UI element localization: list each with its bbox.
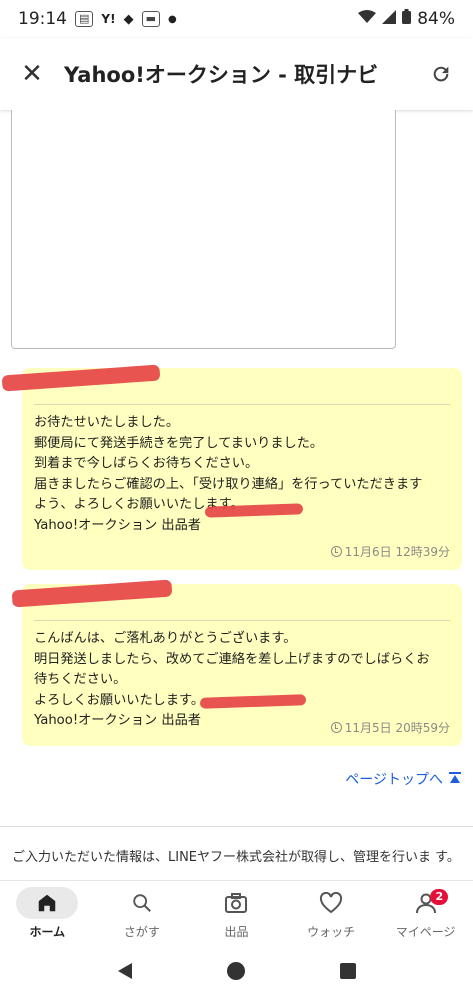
dot-icon: ● — [167, 13, 177, 25]
clock-icon — [330, 546, 342, 557]
recents-icon[interactable] — [339, 962, 357, 984]
tab-mypage[interactable]: 2 マイページ — [378, 881, 473, 946]
status-left: 19:14 ▤ Y! ◆ ▬ ● — [18, 9, 177, 29]
heart-icon — [300, 887, 362, 919]
tab-watch[interactable]: ウォッチ — [284, 881, 379, 946]
tab-label: さがす — [123, 925, 160, 939]
message-body: こんばんは、ご落札ありがとうございます。 明日発送しましたら、改めてご連絡を差し… — [34, 631, 430, 728]
person-icon — [395, 887, 457, 919]
close-icon[interactable]: ✕ — [0, 38, 64, 110]
tab-label: ウォッチ — [307, 925, 356, 939]
wifi-icon — [358, 9, 377, 29]
battery-level: 84% — [417, 9, 455, 29]
home-icon — [16, 887, 79, 919]
app-icon: ▬ — [141, 11, 160, 27]
search-icon — [111, 887, 173, 919]
reload-icon[interactable] — [409, 38, 473, 110]
message-time: 11月5日 20時59分 — [344, 721, 450, 735]
message-textarea[interactable] — [11, 110, 396, 349]
camera-icon — [205, 887, 267, 919]
tab-search[interactable]: さがす — [95, 881, 190, 946]
tab-label: ホーム — [29, 925, 66, 939]
status-time: 19:14 — [18, 9, 67, 29]
system-nav-bar — [0, 946, 473, 999]
message-timestamp: 11月5日 20時59分 — [330, 719, 450, 736]
game-icon: ◆ — [123, 11, 134, 27]
tab-sell[interactable]: 出品 — [189, 881, 284, 946]
status-bar: 19:14 ▤ Y! ◆ ▬ ● 84% — [0, 0, 473, 38]
privacy-notice: ご入力いただいた情報は、LINEヤフー株式会社が取得し、管理を行いま す。 — [12, 850, 460, 865]
status-right: 84% — [358, 9, 455, 29]
tab-home[interactable]: ホーム — [0, 881, 95, 946]
message-time: 11月6日 12時39分 — [344, 545, 450, 559]
home-circle-icon[interactable] — [226, 961, 246, 985]
battery-icon — [402, 9, 412, 29]
arrow-up-icon — [449, 771, 461, 787]
page-top-label: ページトップへ — [345, 772, 443, 788]
message-card: こんばんは、ご落札ありがとうございます。 明日発送しましたら、改めてご連絡を差し… — [22, 584, 462, 746]
notification-badge: 2 — [430, 889, 449, 905]
message-card: お待たせいたしました。 郵便局にて発送手続きを完了してまいりました。 到着まで今… — [22, 368, 462, 570]
news-icon: ▤ — [75, 11, 94, 27]
yahoo-icon: Y! — [101, 12, 116, 26]
clock-icon — [330, 722, 342, 733]
signal-icon — [382, 9, 397, 29]
page-title: Yahoo!オークション - 取引ナビ — [64, 63, 379, 87]
divider — [0, 826, 473, 827]
page-top-link[interactable]: ページトップへ — [345, 769, 461, 789]
tab-bar: ホーム さがす 出品 ウォッチ 2 マイページ — [0, 880, 473, 946]
message-timestamp: 11月6日 12時39分 — [330, 543, 450, 560]
app-bar: ✕ Yahoo!オークション - 取引ナビ — [0, 38, 473, 110]
tab-label: マイページ — [395, 925, 456, 939]
back-icon[interactable] — [116, 962, 134, 984]
tab-label: 出品 — [224, 925, 249, 939]
